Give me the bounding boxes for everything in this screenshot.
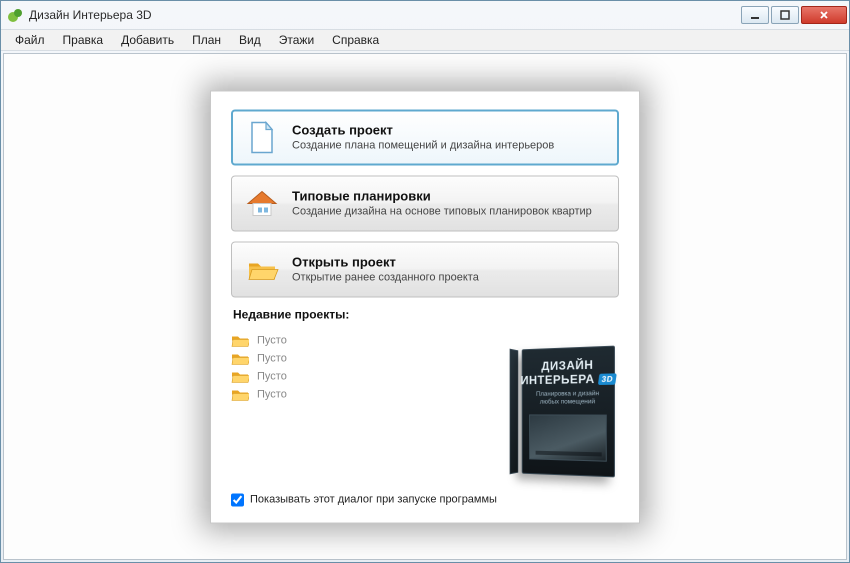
window-title: Дизайн Интерьера 3D (29, 8, 741, 22)
menu-bar: Файл Правка Добавить План Вид Этажи Спра… (1, 29, 849, 51)
promo-tagline: Планировка и дизайн любых помещений (528, 389, 608, 405)
app-window: Дизайн Интерьера 3D Файл Правка Добавить… (0, 0, 850, 563)
show-on-startup-row[interactable]: Показывать этот диалог при запуске прогр… (231, 493, 619, 506)
create-project-title: Создать проект (292, 123, 554, 138)
close-button[interactable] (801, 6, 847, 24)
recent-projects-list: Пусто Пусто Пусто Пусто (231, 329, 489, 479)
folder-icon (231, 369, 249, 383)
menu-view[interactable]: Вид (231, 31, 269, 49)
recent-projects-heading: Недавние проекты: (233, 307, 619, 321)
typical-layouts-desc: Создание дизайна на основе типовых плани… (292, 206, 592, 218)
folder-icon (231, 351, 249, 365)
recent-item[interactable]: Пусто (231, 333, 489, 347)
menu-plan[interactable]: План (184, 31, 229, 49)
menu-edit[interactable]: Правка (55, 31, 112, 49)
open-project-title: Открыть проект (292, 255, 479, 270)
typical-layouts-button[interactable]: Типовые планировки Создание дизайна на о… (231, 175, 619, 231)
menu-help[interactable]: Справка (324, 31, 387, 49)
menu-file[interactable]: Файл (7, 31, 53, 49)
recent-item-label: Пусто (257, 388, 287, 400)
promo-line2: ИНТЕРЬЕРА (521, 371, 595, 386)
show-on-startup-label: Показывать этот диалог при запуске прогр… (250, 494, 497, 506)
recent-item-label: Пусто (257, 334, 287, 346)
typical-layouts-text: Типовые планировки Создание дизайна на о… (292, 189, 592, 218)
welcome-dialog: Создать проект Создание плана помещений … (210, 90, 640, 523)
menu-add[interactable]: Добавить (113, 31, 182, 49)
promo-line1: ДИЗАЙН (541, 357, 593, 372)
minimize-button[interactable] (741, 6, 769, 24)
promo-boxshot: ДИЗАЙН ИНТЕРЬЕРА 3D Планировка и дизайн … (499, 329, 619, 479)
house-icon (244, 185, 280, 221)
menu-floors[interactable]: Этажи (271, 31, 322, 49)
maximize-button[interactable] (771, 6, 799, 24)
folder-icon (231, 387, 249, 401)
typical-layouts-title: Типовые планировки (292, 189, 592, 204)
recent-item-label: Пусто (257, 352, 287, 364)
recent-item[interactable]: Пусто (231, 387, 489, 401)
recent-item[interactable]: Пусто (231, 369, 489, 383)
titlebar: Дизайн Интерьера 3D (1, 1, 849, 29)
promo-badge: 3D (598, 372, 617, 384)
folder-open-icon (244, 251, 280, 287)
folder-icon (231, 333, 249, 347)
create-project-button[interactable]: Создать проект Создание плана помещений … (231, 109, 619, 165)
show-on-startup-checkbox[interactable] (231, 493, 244, 506)
window-controls (741, 6, 847, 24)
app-icon (7, 7, 23, 23)
open-project-button[interactable]: Открыть проект Открытие ранее созданного… (231, 241, 619, 297)
promo-scene-art (529, 414, 607, 461)
client-area: Создать проект Создание плана помещений … (3, 53, 847, 560)
open-project-text: Открыть проект Открытие ранее созданного… (292, 255, 479, 284)
open-project-desc: Открытие ранее созданного проекта (292, 272, 479, 284)
new-document-icon (244, 119, 280, 155)
dialog-bottom-row: Пусто Пусто Пусто Пусто (231, 329, 619, 479)
recent-item[interactable]: Пусто (231, 351, 489, 365)
create-project-desc: Создание плана помещений и дизайна интер… (292, 140, 554, 152)
create-project-text: Создать проект Создание плана помещений … (292, 123, 554, 152)
recent-item-label: Пусто (257, 370, 287, 382)
